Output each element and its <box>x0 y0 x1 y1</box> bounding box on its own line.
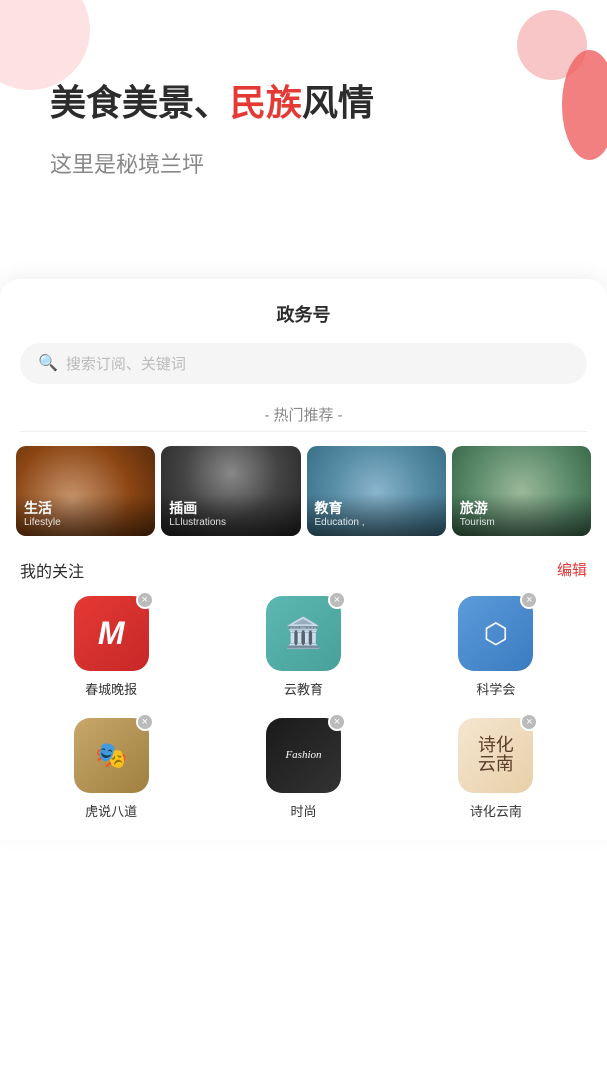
follow-close-button-5[interactable]: × <box>520 713 538 731</box>
hero-section: 美食美景、民族风情 这里是秘境兰坪 <box>0 0 607 219</box>
search-bar[interactable]: 🔍 搜索订阅、关键词 <box>20 343 587 384</box>
search-placeholder-text: 搜索订阅、关键词 <box>66 353 186 374</box>
follows-header: 我的关注 编辑 <box>20 558 587 582</box>
category-name-en-3: Tourism <box>460 517 583 528</box>
follow-avatar-0: M <box>74 596 149 671</box>
category-name-cn-2: 教育 <box>315 500 438 517</box>
search-icon: 🔍 <box>38 353 58 373</box>
follow-item-1[interactable]: 🏛️×云教育 <box>212 596 394 698</box>
follow-avatar-5: 诗化云南 <box>458 718 533 793</box>
category-name-cn-3: 旅游 <box>460 500 583 517</box>
follow-close-button-4[interactable]: × <box>328 713 346 731</box>
follow-name-4: 时尚 <box>290 801 316 820</box>
category-name-en-0: Lifestyle <box>24 517 147 528</box>
follow-close-button-1[interactable]: × <box>328 591 346 609</box>
follow-item-0[interactable]: M×春城晚报 <box>20 596 202 698</box>
follow-close-button-2[interactable]: × <box>520 591 538 609</box>
my-follows: 我的关注 编辑 M×春城晚报🏛️×云教育⬡×科学会🎭×虎说八道Fashion×时… <box>0 558 607 820</box>
follow-close-button-3[interactable]: × <box>136 713 154 731</box>
hot-section: - 热门推荐 - <box>0 404 607 432</box>
follow-item-3[interactable]: 🎭×虎说八道 <box>20 718 202 820</box>
follow-avatar-2: ⬡ <box>458 596 533 671</box>
follow-name-3: 虎说八道 <box>85 801 137 820</box>
follow-grid: M×春城晚报🏛️×云教育⬡×科学会🎭×虎说八道Fashion×时尚诗化云南×诗化… <box>20 596 587 820</box>
follow-item-4[interactable]: Fashion×时尚 <box>212 718 394 820</box>
follow-item-2[interactable]: ⬡×科学会 <box>405 596 587 698</box>
category-item-lllustrations[interactable]: 插画LLlustrations <box>161 446 300 536</box>
hero-title: 美食美景、民族风情 <box>50 80 567 127</box>
card-panel: 政务号 🔍 搜索订阅、关键词 - 热门推荐 - 生活Lifestyle插画LLl… <box>0 279 607 840</box>
follow-item-5[interactable]: 诗化云南×诗化云南 <box>405 718 587 820</box>
follow-avatar-1: 🏛️ <box>266 596 341 671</box>
follow-avatar-4: Fashion <box>266 718 341 793</box>
follow-avatar-3: 🎭 <box>74 718 149 793</box>
category-name-cn-0: 生活 <box>24 500 147 517</box>
category-name-en-2: Education , <box>315 517 438 528</box>
category-item-tourism[interactable]: 旅游Tourism <box>452 446 591 536</box>
follows-edit-button[interactable]: 编辑 <box>557 559 587 580</box>
follow-close-button-0[interactable]: × <box>136 591 154 609</box>
hot-label: - 热门推荐 - <box>0 404 607 425</box>
hero-title-highlight: 民族 <box>230 82 302 123</box>
category-item-lifestyle[interactable]: 生活Lifestyle <box>16 446 155 536</box>
follow-name-2: 科学会 <box>476 679 515 698</box>
category-name-cn-1: 插画 <box>169 500 292 517</box>
hero-subtitle: 这里是秘境兰坪 <box>50 147 567 179</box>
hero-title-part2: 风情 <box>302 82 374 123</box>
hero-title-part1: 美食美景、 <box>50 82 230 123</box>
category-grid: 生活Lifestyle插画LLlustrations教育Education ,旅… <box>0 432 607 550</box>
follow-name-0: 春城晚报 <box>85 679 137 698</box>
follow-name-5: 诗化云南 <box>470 801 522 820</box>
follow-name-1: 云教育 <box>284 679 323 698</box>
follows-title: 我的关注 <box>20 558 84 582</box>
panel-header: 政务号 <box>0 279 607 327</box>
category-item-education-[interactable]: 教育Education , <box>307 446 446 536</box>
category-name-en-1: LLlustrations <box>169 517 292 528</box>
